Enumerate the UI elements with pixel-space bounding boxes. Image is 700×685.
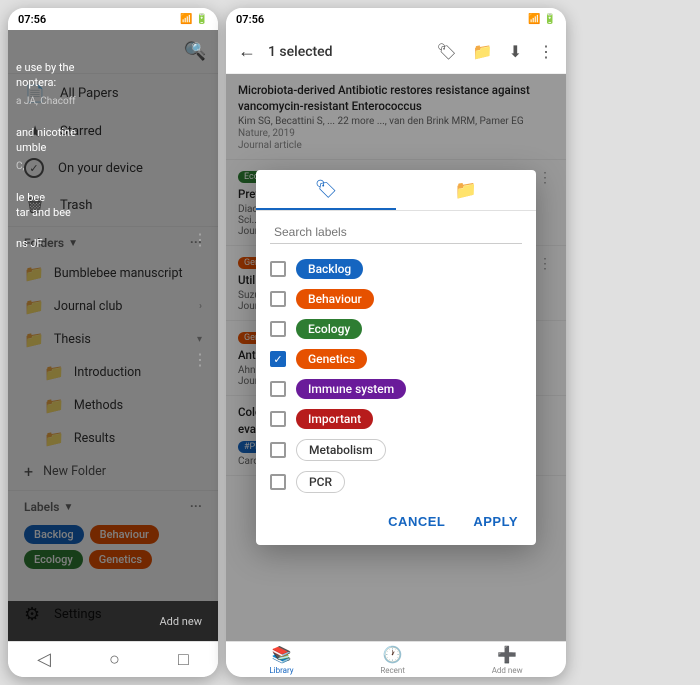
papers-list: Microbiota-derived Antibiotic restores r… bbox=[226, 74, 566, 641]
add-new-label: Add new bbox=[492, 666, 523, 675]
add-new-label: Add new bbox=[160, 615, 203, 628]
overlay-more-icon-2[interactable]: ⋮ bbox=[192, 350, 208, 369]
label-chip-important: Important bbox=[296, 409, 373, 429]
modal-folder-tab-icon: 📁 bbox=[455, 180, 477, 201]
folder-header-icon[interactable]: 📁 bbox=[469, 38, 497, 65]
label-chip-behaviour: Behaviour bbox=[296, 289, 374, 309]
label-chip-metabolism: Metabolism bbox=[296, 439, 386, 461]
label-row-behaviour[interactable]: Behaviour bbox=[256, 284, 536, 314]
label-row-backlog[interactable]: Backlog bbox=[256, 254, 536, 284]
right-status-bar: 07:56 📶 🔋 bbox=[226, 8, 566, 30]
back-nav-icon[interactable]: ◁ bbox=[37, 649, 51, 670]
overlay-paper-3: le beetar and bee bbox=[16, 190, 210, 221]
label-chip-ecology: Ecology bbox=[296, 319, 362, 339]
tab-add-new[interactable]: ➕ Add new bbox=[492, 645, 523, 675]
overlay-paper-2: and nicotineumble C, bbox=[16, 125, 210, 174]
right-bottom-nav: 📚 Library 🕐 Recent ➕ Add new bbox=[226, 641, 566, 677]
library-label: Library bbox=[269, 666, 293, 675]
label-row-metabolism[interactable]: Metabolism bbox=[256, 434, 536, 466]
label-row-important[interactable]: Important bbox=[256, 404, 536, 434]
checkbox-pcr[interactable] bbox=[270, 474, 286, 490]
recents-nav-icon[interactable]: □ bbox=[178, 649, 189, 670]
right-status-icons: 📶 🔋 bbox=[528, 14, 556, 25]
home-nav-icon[interactable]: ○ bbox=[109, 649, 120, 670]
label-search-input[interactable] bbox=[270, 221, 522, 244]
overlay-paper-4: ns JF bbox=[16, 236, 210, 251]
modal-actions: CANCEL APPLY bbox=[256, 502, 536, 537]
label-chip-backlog: Backlog bbox=[296, 259, 363, 279]
left-status-bar: 07:56 📶 🔋 bbox=[8, 8, 218, 30]
right-time: 07:56 bbox=[236, 13, 264, 26]
label-list: Backlog Behaviour Ecology ✓ Gene bbox=[256, 250, 536, 502]
checkbox-ecology[interactable] bbox=[270, 321, 286, 337]
tab-recent[interactable]: 🕐 Recent bbox=[380, 645, 405, 675]
download-icon[interactable]: ⬇ bbox=[505, 38, 526, 65]
checkbox-backlog[interactable] bbox=[270, 261, 286, 277]
label-chip-genetics: Genetics bbox=[296, 349, 367, 369]
label-row-immune[interactable]: Immune system bbox=[256, 374, 536, 404]
checkbox-immune[interactable] bbox=[270, 381, 286, 397]
overlay-paper-1: e use by thenoptera: a JA, Chacoff bbox=[16, 60, 210, 109]
checkbox-genetics[interactable]: ✓ bbox=[270, 351, 286, 367]
modal-tab-folder[interactable]: 📁 bbox=[396, 170, 536, 210]
apply-button[interactable]: APPLY bbox=[469, 510, 522, 533]
add-new-bar: Add new bbox=[8, 601, 218, 641]
selected-count: 1 selected bbox=[268, 44, 424, 60]
more-options-icon[interactable]: ⋮ bbox=[534, 38, 558, 65]
tab-library[interactable]: 📚 Library bbox=[269, 645, 293, 675]
modal-label-tab-icon: 🏷 bbox=[315, 179, 338, 200]
overlay-more-icon[interactable]: ⋮ bbox=[192, 230, 208, 249]
modal-backdrop: 🏷 📁 Backlog bbox=[226, 74, 566, 641]
left-time: 07:56 bbox=[18, 13, 46, 26]
modal-tab-labels[interactable]: 🏷 bbox=[256, 170, 396, 210]
label-icon[interactable]: 🏷 bbox=[432, 38, 460, 65]
label-row-genetics[interactable]: ✓ Genetics bbox=[256, 344, 536, 374]
right-header: ← 1 selected 🏷 📁 ⬇ ⋮ bbox=[226, 30, 566, 74]
overlay-header: 🔍 bbox=[16, 38, 210, 60]
library-icon: 📚 bbox=[272, 645, 292, 664]
modal-tabs: 🏷 📁 bbox=[256, 170, 536, 211]
back-button[interactable]: ← bbox=[234, 37, 260, 66]
right-phone: 07:56 📶 🔋 ← 1 selected 🏷 📁 ⬇ ⋮ Microbiot… bbox=[226, 8, 566, 677]
cancel-button[interactable]: CANCEL bbox=[384, 510, 449, 533]
left-phone: 07:56 📶 🔋 🔍 📄 All Papers ★ Starred ✓ On … bbox=[8, 8, 218, 677]
label-row-pcr[interactable]: PCR bbox=[256, 466, 536, 498]
label-chip-pcr: PCR bbox=[296, 471, 345, 493]
checkbox-behaviour[interactable] bbox=[270, 291, 286, 307]
checkbox-important[interactable] bbox=[270, 411, 286, 427]
recent-icon: 🕐 bbox=[383, 645, 403, 664]
add-new-icon: ➕ bbox=[497, 645, 517, 664]
label-modal: 🏷 📁 Backlog bbox=[256, 170, 536, 545]
label-chip-immune: Immune system bbox=[296, 379, 406, 399]
overlay-papers: 🔍 e use by thenoptera: a JA, Chacoff and… bbox=[8, 30, 218, 641]
left-status-icons: 📶 🔋 bbox=[180, 14, 208, 25]
left-bottom-nav: ◁ ○ □ bbox=[8, 641, 218, 677]
recent-label: Recent bbox=[380, 666, 405, 675]
checkbox-metabolism[interactable] bbox=[270, 442, 286, 458]
label-row-ecology[interactable]: Ecology bbox=[256, 314, 536, 344]
header-icons: 🏷 📁 ⬇ ⋮ bbox=[432, 38, 558, 65]
overlay-search-icon[interactable]: 🔍 bbox=[191, 42, 206, 56]
